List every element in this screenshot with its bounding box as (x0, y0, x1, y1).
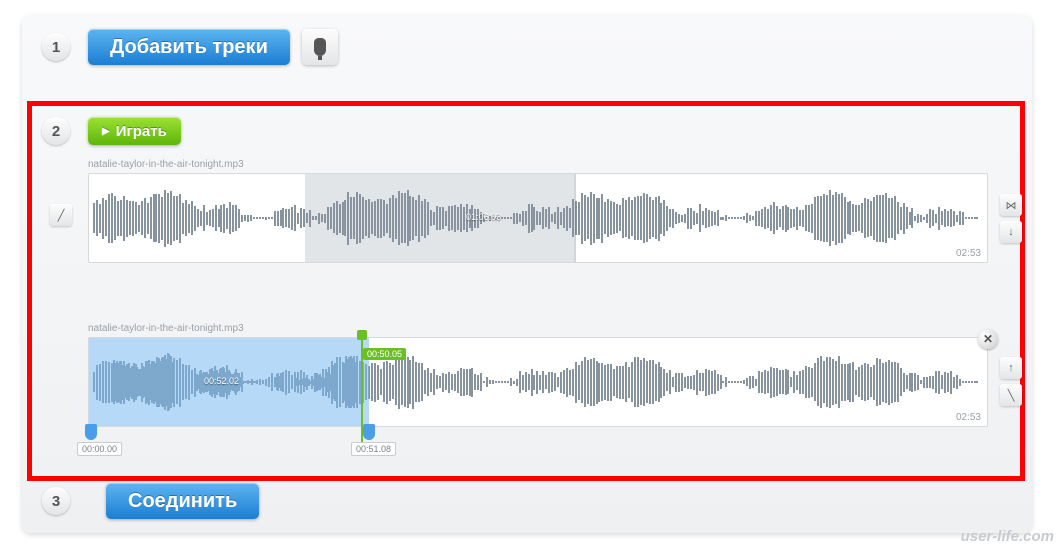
fade-out-button[interactable]: ╲ (1000, 384, 1022, 406)
track-row: natalie-taylor-in-the-air-tonight.mp3 00… (88, 323, 988, 427)
step-2-badge: 2 (42, 117, 70, 145)
waveform-container[interactable]: 01:06.03 02:53 (88, 173, 988, 263)
track-filename: natalie-taylor-in-the-air-tonight.mp3 (88, 323, 988, 334)
move-up-button[interactable]: ↑ (1000, 357, 1022, 379)
record-mic-button[interactable] (302, 29, 338, 65)
move-down-button[interactable]: ↓ (1000, 221, 1022, 243)
range-end-handle[interactable] (363, 424, 375, 440)
track-duration: 02:53 (956, 412, 981, 423)
fade-in-button[interactable]: ╱ (50, 204, 72, 226)
watermark-text: user-life.com (961, 528, 1054, 545)
play-button[interactable]: Играть (88, 117, 181, 145)
waveform-container[interactable]: 00:52.02 00:50.05 02:53 00:00.00 00:51.0… (88, 337, 988, 427)
track-duration: 02:53 (956, 248, 981, 259)
main-panel: 1 Добавить треки 2 Играть natalie-taylor… (22, 15, 1032, 533)
selection-region[interactable]: 00:52.02 (89, 338, 369, 426)
crossfade-button[interactable]: ⋈ (1000, 194, 1022, 216)
step-1-badge: 1 (42, 33, 70, 61)
selection-time: 00:52.02 (204, 376, 239, 386)
step-2-section: 2 Играть natalie-taylor-in-the-air-tonig… (42, 117, 1012, 427)
midpoint-time: 01:06.03 (466, 212, 501, 222)
step-3-row: 3 Соединить (42, 483, 259, 519)
track-row: natalie-taylor-in-the-air-tonight.mp3 01… (88, 159, 988, 263)
join-button[interactable]: Соединить (106, 483, 259, 519)
step-3-badge: 3 (42, 487, 70, 515)
remove-track-button[interactable]: ✕ (978, 329, 998, 349)
range-start-handle[interactable] (85, 424, 97, 440)
step-1-row: 1 Добавить треки (22, 15, 1032, 79)
range-start-time: 00:00.00 (77, 442, 122, 456)
cue-time-label: 00:50.05 (363, 348, 406, 360)
microphone-icon (314, 38, 326, 56)
range-end-time: 00:51.08 (351, 442, 396, 456)
track-filename: natalie-taylor-in-the-air-tonight.mp3 (88, 159, 988, 170)
add-tracks-button[interactable]: Добавить треки (88, 29, 290, 65)
